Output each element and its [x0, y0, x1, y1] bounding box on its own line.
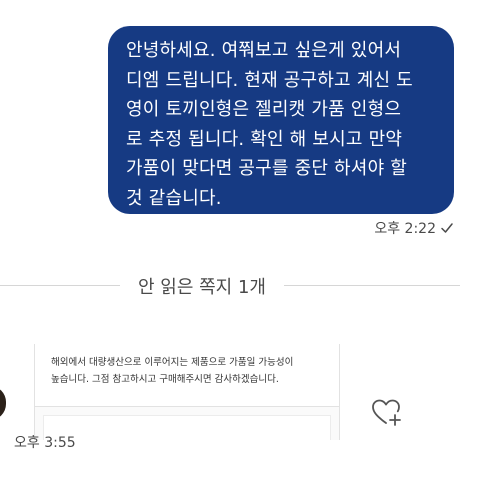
dm-conversation: 안녕하세요. 여쭤보고 싶은게 있어서 디엠 드립니다. 현재 공구하고 계신 … — [0, 0, 480, 492]
avatar[interactable] — [0, 386, 6, 420]
sent-message-line: 영이 토끼인형은 젤리캣 가품 인형으 — [126, 99, 402, 120]
sent-message-line: 가품이 맞다면 공구를 중단 하셔야 할 — [126, 158, 408, 179]
sent-message-line: 것 같습니다. — [126, 187, 222, 209]
sent-message-meta: 오후 2:22 — [374, 218, 454, 238]
unread-divider: 안 읽은 쪽지 1개 — [0, 268, 480, 302]
received-message-line: 높습니다. 그점 참고하시고 구매해주시면 감사하겠습니다. — [51, 374, 279, 385]
check-icon — [441, 223, 453, 233]
received-message-text: 해외에서 대량생산으로 이루어지는 제품으로 가품일 가능성이 높습니다. 그점… — [51, 354, 333, 388]
card-attachment-area — [35, 406, 339, 440]
card-attachment-frame — [43, 415, 331, 440]
received-message-card[interactable]: 해외에서 대량생산으로 이루어지는 제품으로 가품일 가능성이 높습니다. 그점… — [34, 344, 340, 440]
divider-line — [0, 285, 120, 286]
sent-message-line: 안녕하세요. 여쭤보고 싶은게 있어서 — [126, 40, 402, 61]
sent-message-line: 로 추정 됩니다. 확인 해 보시고 만약 — [126, 128, 403, 150]
sent-message-time: 오후 2:22 — [374, 221, 436, 237]
sent-message-bubble[interactable]: 안녕하세요. 여쭤보고 싶은게 있어서 디엠 드립니다. 현재 공구하고 계신 … — [108, 26, 454, 214]
unread-divider-label: 안 읽은 쪽지 1개 — [138, 277, 266, 298]
received-message-time: 오후 3:55 — [14, 435, 76, 451]
received-message-line: 해외에서 대량생산으로 이루어지는 제품으로 가품일 가능성이 — [51, 357, 294, 368]
sent-message-line: 디엠 드립니다. 현재 공구하고 계신 도 — [126, 69, 413, 91]
heart-plus-icon[interactable] — [370, 396, 402, 428]
divider-line — [284, 285, 460, 286]
